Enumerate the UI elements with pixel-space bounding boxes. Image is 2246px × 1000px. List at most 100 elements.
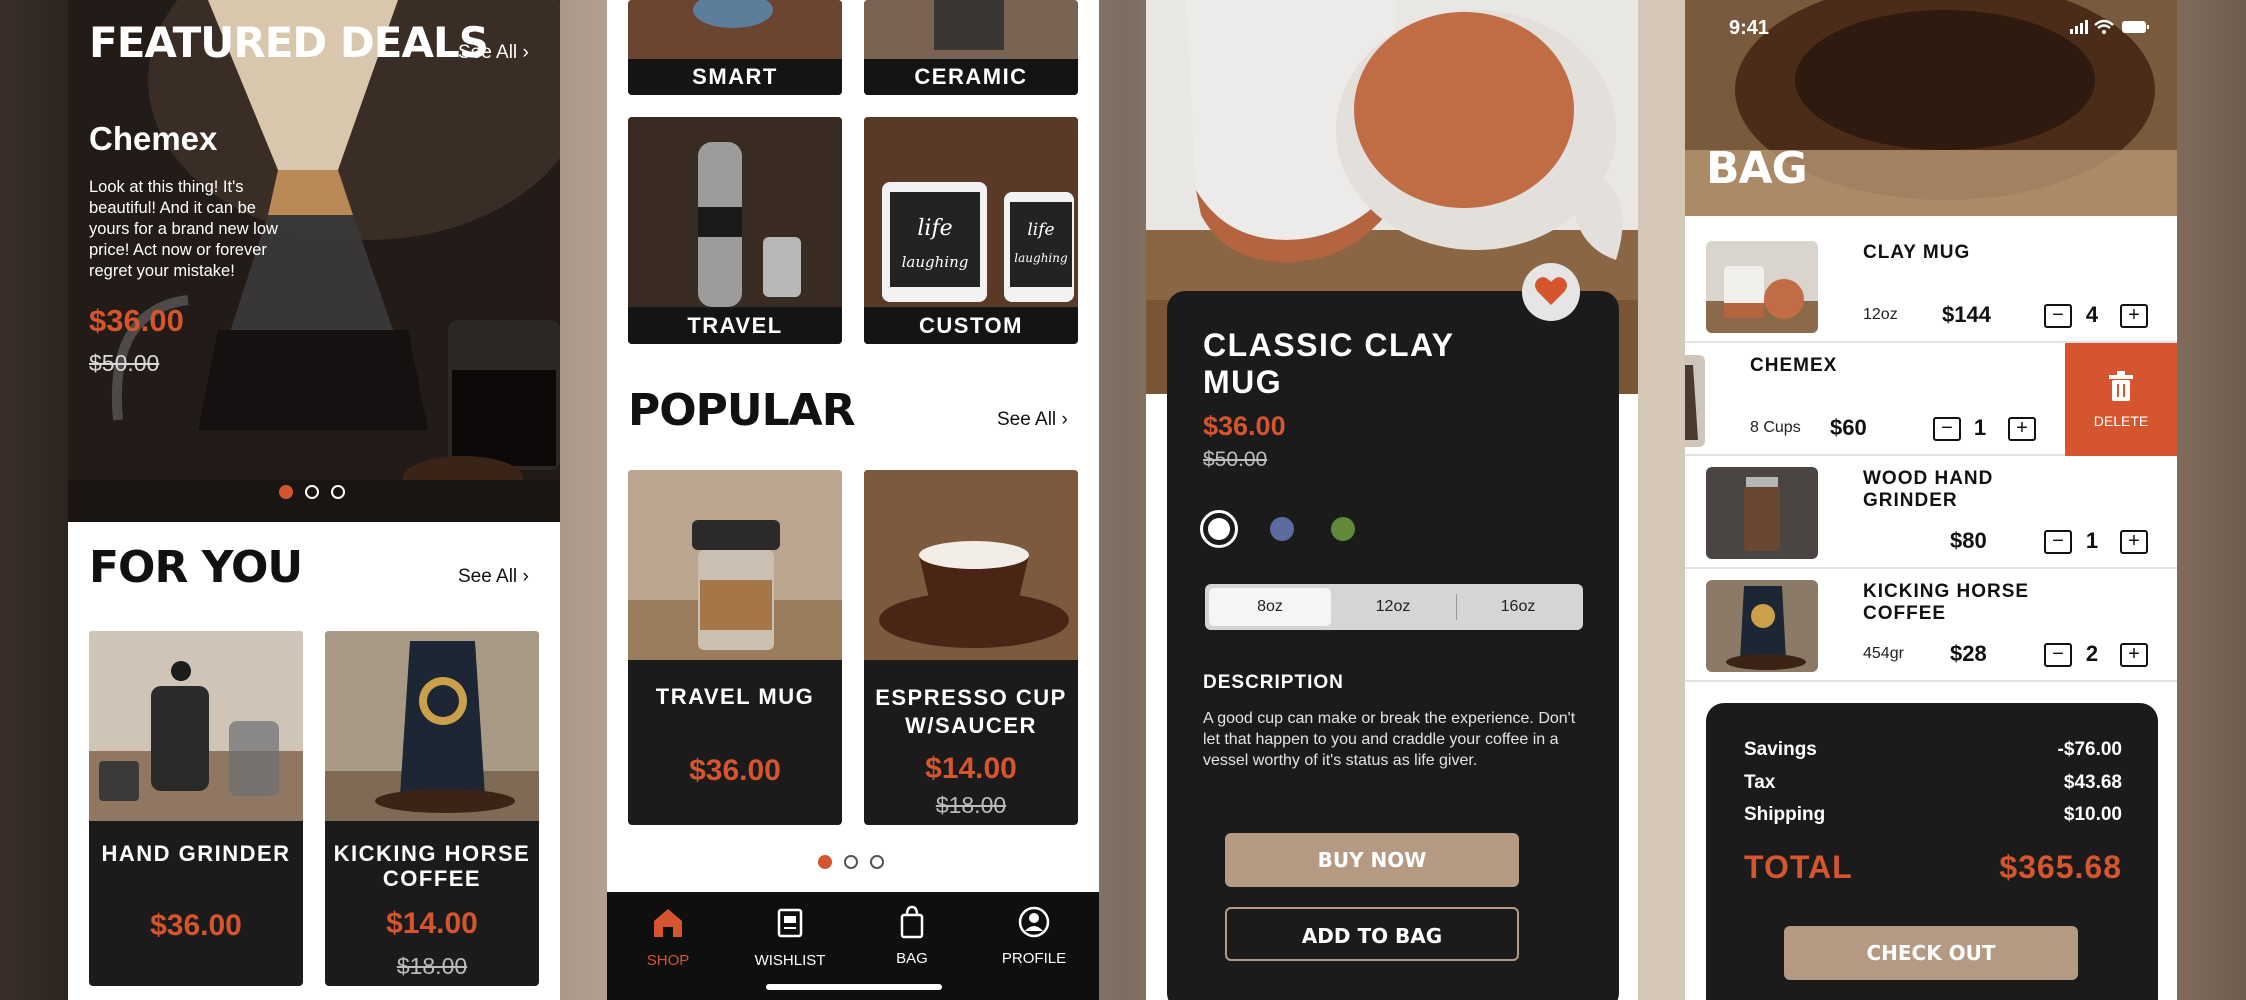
bag-item-clay-mug[interactable]: CLAY MUG 12oz $144 − 4 + bbox=[1685, 216, 2177, 343]
shop-screen: FEATURED DEALS See All › Chemex Look at … bbox=[68, 0, 560, 1000]
categories-screen: SMART CERAMIC TRAVEL life laughing life … bbox=[607, 0, 1099, 1000]
product-name: TRAVEL MUG bbox=[655, 684, 815, 709]
category-tile-custom[interactable]: life laughing life laughing CUSTOM bbox=[864, 117, 1078, 344]
plus-icon: + bbox=[2016, 417, 2028, 439]
carousel-dot[interactable] bbox=[305, 485, 319, 499]
carousel-dot[interactable] bbox=[870, 855, 884, 869]
product-card-espresso-cup[interactable]: ESPRESSO CUP W/SAUCER $14.00 $18.00 bbox=[864, 470, 1078, 825]
featured-see-all-link[interactable]: See All › bbox=[458, 42, 529, 64]
quantity-decrease-button[interactable]: − bbox=[2044, 530, 2072, 554]
quantity-decrease-button[interactable]: − bbox=[1933, 417, 1961, 441]
carousel-dot[interactable] bbox=[818, 855, 832, 869]
travel-tumbler-photo bbox=[628, 117, 842, 307]
item-price: $144 bbox=[1942, 302, 1991, 327]
summary-value: $43.68 bbox=[2063, 772, 2122, 793]
featured-hero[interactable]: FEATURED DEALS See All › Chemex Look at … bbox=[68, 0, 560, 522]
plus-icon: + bbox=[2128, 530, 2140, 552]
product-old-price: $50.00 bbox=[1203, 448, 1268, 471]
color-swatch-blue[interactable] bbox=[1270, 517, 1294, 541]
category-label: CERAMIC bbox=[864, 59, 1078, 95]
clay-mug-thumbnail bbox=[1706, 241, 1818, 333]
product-old-price: $18.00 bbox=[396, 953, 468, 979]
nav-label: SHOP bbox=[646, 952, 690, 969]
size-selector: 8oz 12oz 16oz bbox=[1205, 584, 1583, 630]
bag-item-wood-hand-grinder[interactable]: WOOD HAND GRINDER $80 − 1 + bbox=[1685, 456, 2177, 569]
nav-bag[interactable]: BAG bbox=[857, 904, 967, 967]
quantity-increase-button[interactable]: + bbox=[2120, 643, 2148, 667]
see-all-label: See All bbox=[458, 566, 518, 587]
summary-label: Tax bbox=[1744, 772, 1776, 793]
plus-icon: + bbox=[2128, 304, 2140, 326]
description-title: DESCRIPTION bbox=[1203, 672, 1344, 693]
bag-screen: 9:41 BAG CLAY MUG 12oz $144 − 4 + CHEMEX… bbox=[1685, 0, 2177, 1000]
hand-grinder-photo bbox=[89, 631, 303, 821]
coffee-bag-thumbnail bbox=[1706, 580, 1818, 672]
size-option-8oz[interactable]: 8oz bbox=[1209, 588, 1331, 626]
item-name: WOOD HAND GRINDER bbox=[1863, 468, 1994, 511]
item-variant: 8 Cups bbox=[1750, 419, 1801, 436]
category-label: CUSTOM bbox=[864, 308, 1078, 344]
summary-shipping: Shipping $10.00 bbox=[1744, 804, 2122, 826]
quantity-decrease-button[interactable]: − bbox=[2044, 643, 2072, 667]
total-label: TOTAL bbox=[1744, 849, 1853, 885]
summary-value: $10.00 bbox=[2063, 804, 2122, 825]
product-price: $36.00 bbox=[1203, 411, 1286, 441]
category-tile-ceramic[interactable]: CERAMIC bbox=[864, 0, 1078, 95]
description-text: A good cup can make or break the experie… bbox=[1203, 710, 1576, 769]
product-name: KICKING HORSE COFFEE bbox=[333, 841, 531, 891]
category-tile-smart[interactable]: SMART bbox=[628, 0, 842, 95]
category-label: SMART bbox=[628, 59, 842, 95]
wishlist-icon bbox=[777, 908, 803, 938]
home-icon bbox=[654, 909, 682, 937]
wishlist-heart-button[interactable] bbox=[1522, 263, 1580, 321]
product-card-hand-grinder[interactable]: HAND GRINDER $36.00 bbox=[89, 631, 303, 986]
product-title: CLASSIC CLAY MUG bbox=[1203, 327, 1454, 400]
summary-total: TOTAL $365.68 bbox=[1744, 849, 2122, 886]
add-to-bag-button[interactable]: ADD TO BAG bbox=[1225, 907, 1519, 961]
total-value: $365.68 bbox=[1999, 849, 2122, 885]
product-card-travel-mug[interactable]: TRAVEL MUG $36.00 bbox=[628, 470, 842, 825]
chevron-right-icon: › bbox=[1061, 409, 1068, 430]
size-option-16oz[interactable]: 16oz bbox=[1457, 588, 1579, 626]
bottom-nav: SHOP WISHLIST BAG PROFILE bbox=[607, 892, 1099, 1000]
custom-mug-photo: life laughing life laughing bbox=[864, 117, 1078, 307]
quantity-increase-button[interactable]: + bbox=[2120, 304, 2148, 328]
quantity-decrease-button[interactable]: − bbox=[2044, 304, 2072, 328]
nav-label: PROFILE bbox=[1001, 950, 1067, 967]
item-price: $28 bbox=[1950, 641, 1987, 666]
nav-wishlist[interactable]: WISHLIST bbox=[735, 904, 845, 969]
item-name: CHEMEX bbox=[1750, 355, 1838, 376]
buy-now-button[interactable]: BUY NOW bbox=[1225, 833, 1519, 887]
bag-item-kicking-horse[interactable]: KICKING HORSE COFFEE 454gr $28 − 2 + bbox=[1685, 569, 2177, 682]
size-option-12oz[interactable]: 12oz bbox=[1331, 588, 1455, 626]
ceramic-mug-photo bbox=[864, 0, 1078, 60]
nav-profile[interactable]: PROFILE bbox=[979, 904, 1089, 967]
plus-icon: + bbox=[2128, 643, 2140, 665]
for-you-title: FOR YOU bbox=[89, 542, 303, 593]
minus-icon: − bbox=[2052, 530, 2064, 552]
color-swatch-white[interactable] bbox=[1200, 510, 1238, 548]
summary-label: Shipping bbox=[1744, 804, 1826, 825]
item-price: $80 bbox=[1950, 528, 1987, 553]
carousel-dot[interactable] bbox=[331, 485, 345, 499]
delete-button[interactable]: DELETE bbox=[2065, 343, 2177, 456]
popular-see-all-link[interactable]: See All › bbox=[997, 409, 1068, 431]
mug-script-text: life bbox=[1027, 220, 1054, 240]
color-swatch-green[interactable] bbox=[1331, 517, 1355, 541]
status-time: 9:41 bbox=[1729, 17, 1770, 39]
carousel-dot[interactable] bbox=[844, 855, 858, 869]
quantity-increase-button[interactable]: + bbox=[2008, 417, 2036, 441]
bag-icon bbox=[900, 905, 924, 939]
carousel-dot[interactable] bbox=[279, 485, 293, 499]
nav-shop[interactable]: SHOP bbox=[613, 904, 723, 969]
status-icons bbox=[2070, 19, 2149, 34]
for-you-see-all-link[interactable]: See All › bbox=[458, 566, 529, 588]
item-variant: 454gr bbox=[1863, 645, 1904, 662]
bag-item-chemex[interactable]: CHEMEX 8 Cups $60 − 1 + DELETE bbox=[1685, 343, 2177, 456]
checkout-button[interactable]: CHECK OUT bbox=[1784, 926, 2078, 980]
hero-product-name: Chemex bbox=[89, 120, 218, 157]
product-card-kicking-horse[interactable]: KICKING HORSE COFFEE $14.00 $18.00 bbox=[325, 631, 539, 986]
category-tile-travel[interactable]: TRAVEL bbox=[628, 117, 842, 344]
item-quantity: 4 bbox=[2085, 302, 2099, 327]
quantity-increase-button[interactable]: + bbox=[2120, 530, 2148, 554]
